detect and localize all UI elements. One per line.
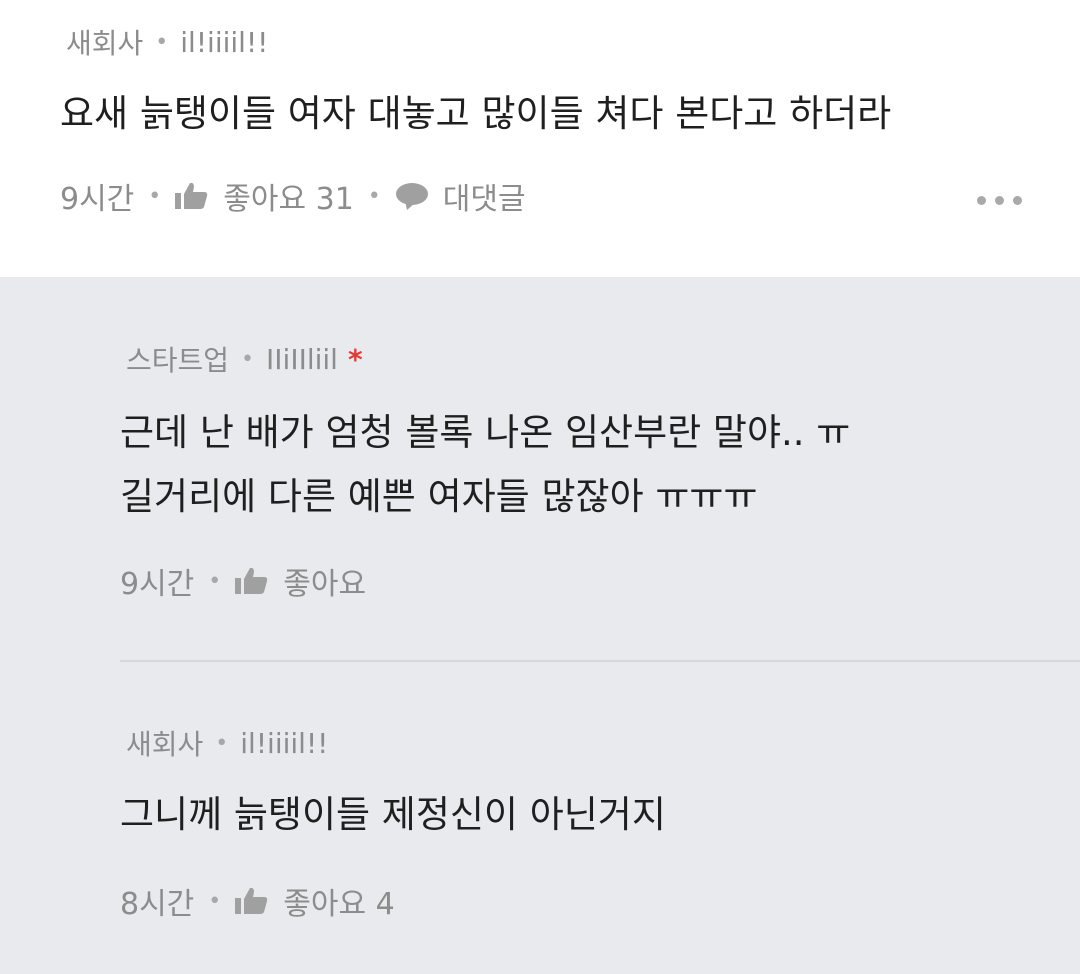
username[interactable]: il!iiiil!! <box>240 727 328 760</box>
reply-divider <box>120 660 1080 662</box>
timestamp: 8시간 <box>120 887 195 922</box>
thumbs-up-icon <box>235 566 269 596</box>
author-mark: * <box>347 342 363 376</box>
like-button[interactable]: 좋아요 4 <box>235 879 395 923</box>
timestamp: 9시간 <box>60 182 135 217</box>
main-comment: 새회사 • il!iiiil!! 요새 늙탱이들 여자 대놓고 많이들 쳐다 본… <box>0 0 1080 277</box>
replies-section: 스타트업 • IIiIIliil * 근데 난 배가 엄청 볼록 나온 임산부란… <box>0 277 1080 974</box>
more-dot <box>995 196 1004 205</box>
comment-text-line: 요새 늙탱이들 여자 대놓고 많이들 쳐다 본다고 하더라 <box>60 92 892 135</box>
reply-text-line: 길거리에 다른 예쁜 여자들 많잖아 ㅠㅠㅠ <box>120 475 758 518</box>
company-name: 스타트업 <box>126 344 230 377</box>
reply-text: 그니께 늙탱이들 제정신이 아닌거지 <box>120 783 666 847</box>
reply-button[interactable]: 대댓글 <box>395 174 526 218</box>
like-button[interactable]: 좋아요 <box>235 559 366 603</box>
like-button[interactable]: 좋아요 31 <box>175 174 354 218</box>
reply-actions: 9시간 • 좋아요 <box>120 559 366 603</box>
company-name: 새회사 <box>126 728 204 761</box>
comment-actions: 9시간 • 좋아요 31 • 대댓글 <box>60 174 526 218</box>
separator-dot: • <box>148 183 162 209</box>
separator-dot: • <box>367 183 381 209</box>
thumbs-up-icon <box>235 886 269 916</box>
separator-dot: • <box>215 730 229 756</box>
like-label: 좋아요 <box>283 567 367 602</box>
reply-meta: 새회사 • il!iiiil!! <box>126 723 328 763</box>
speech-bubble-icon <box>395 181 429 211</box>
more-options-icon[interactable] <box>977 196 1022 205</box>
reply-meta: 스타트업 • IIiIIliil * <box>126 339 363 379</box>
like-label: 좋아요 31 <box>223 182 354 217</box>
reply-label: 대댓글 <box>442 182 526 217</box>
reply-text-line: 근데 난 배가 엄청 볼록 나온 임산부란 말야.. ㅠ <box>120 411 851 454</box>
timestamp: 9시간 <box>120 567 195 602</box>
username[interactable]: il!iiiil!! <box>180 26 268 59</box>
separator-dot: • <box>241 346 255 372</box>
reply-actions: 8시간 • 좋아요 4 <box>120 879 395 923</box>
username[interactable]: IIiIIliil <box>266 343 338 376</box>
separator-dot: • <box>208 888 222 914</box>
company-name: 새회사 <box>66 27 144 60</box>
separator-dot: • <box>208 568 222 594</box>
comment-text: 요새 늙탱이들 여자 대놓고 많이들 쳐다 본다고 하더라 <box>60 82 891 146</box>
reply-text-line: 그니께 늙탱이들 제정신이 아닌거지 <box>120 793 666 836</box>
more-dot <box>977 196 986 205</box>
reply-text: 근데 난 배가 엄청 볼록 나온 임산부란 말야.. ㅠ 길거리에 다른 예쁜 … <box>120 401 850 529</box>
comment-meta: 새회사 • il!iiiil!! <box>66 22 268 62</box>
separator-dot: • <box>155 29 169 55</box>
like-label: 좋아요 4 <box>283 887 395 922</box>
more-dot <box>1013 196 1022 205</box>
thumbs-up-icon <box>175 181 209 211</box>
